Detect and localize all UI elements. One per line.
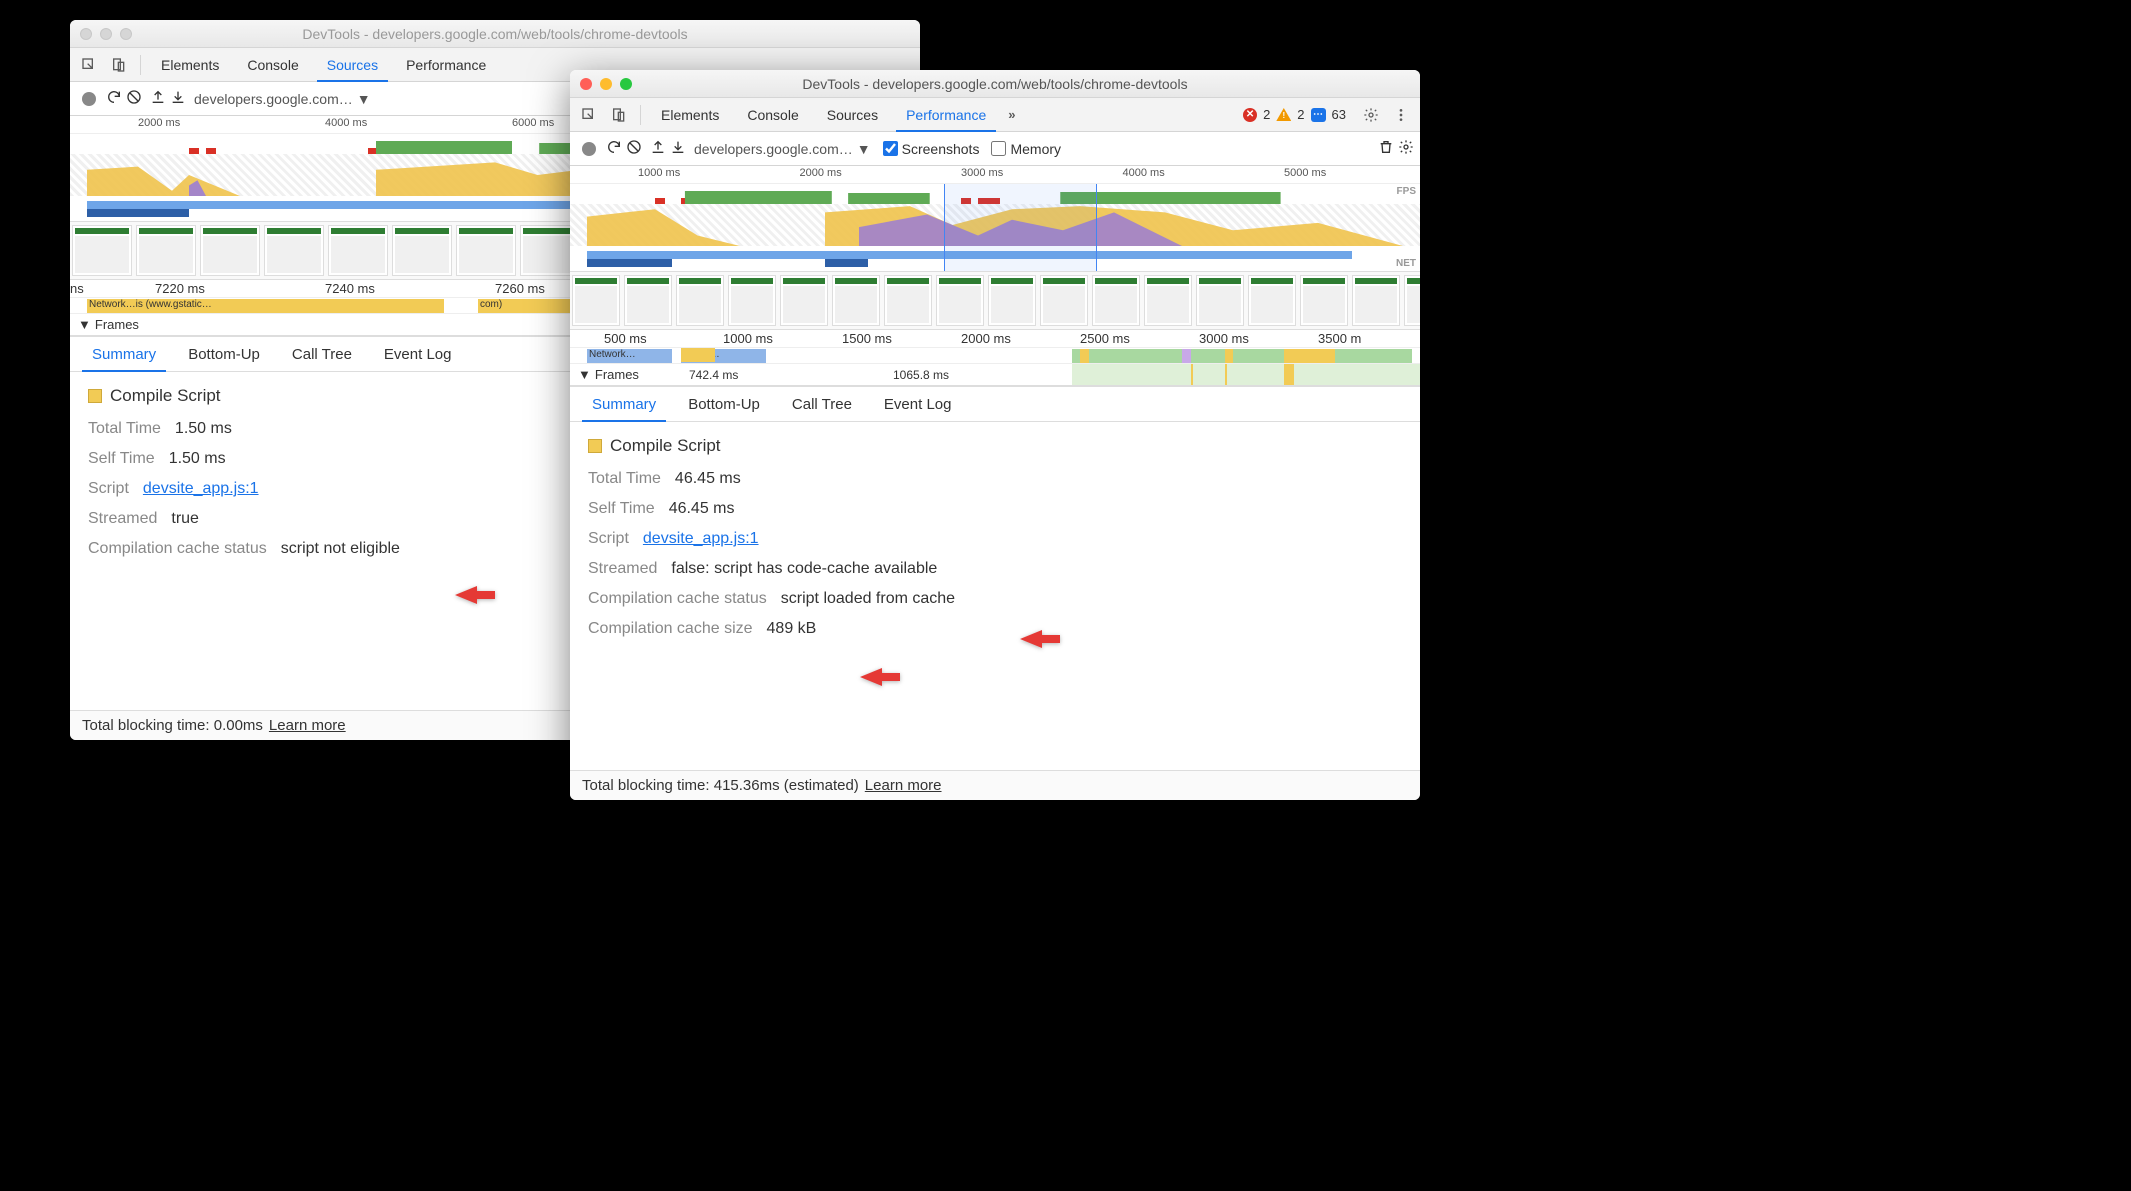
minimize-icon[interactable] [600,78,612,90]
tab-event-log[interactable]: Event Log [370,337,466,371]
console-message-counts[interactable]: ✕2 !2 ⋯63 [1243,107,1346,122]
tab-sources[interactable]: Sources [815,98,890,131]
reload-icon[interactable] [106,89,122,108]
profile-dropdown[interactable]: developers.google.com… ▼ [694,141,871,157]
tab-event-log[interactable]: Event Log [870,387,966,421]
traffic-lights [80,28,132,40]
arrow-annotation-icon [455,584,495,606]
flame-row[interactable]: Network… ListAc… [570,348,1420,364]
download-icon[interactable] [670,139,686,158]
trash-icon[interactable] [1378,139,1394,158]
clear-icon[interactable] [626,139,642,158]
overview-strip[interactable]: FPS CPU NET [570,184,1420,272]
download-icon[interactable] [170,89,186,108]
window-title: DevTools - developers.google.com/web/too… [80,26,910,42]
more-tabs-icon[interactable]: » [1002,107,1021,122]
arrow-annotation-icon [860,666,900,688]
minimize-icon[interactable] [100,28,112,40]
timeline-overview[interactable]: 1000 ms 2000 ms 3000 ms 4000 ms 5000 ms … [570,166,1420,386]
summary-tabs: Summary Bottom-Up Call Tree Event Log [570,386,1420,422]
main-tabbar: Elements Console Sources Performance » ✕… [570,98,1420,132]
summary-title: Compile Script [110,386,221,406]
tab-bottom-up[interactable]: Bottom-Up [674,387,774,421]
memory-checkbox[interactable]: Memory [991,141,1061,157]
window-title: DevTools - developers.google.com/web/too… [580,76,1410,92]
chevron-down-icon: ▼ [357,91,371,107]
error-icon: ✕ [1243,108,1257,122]
record-button[interactable] [582,142,596,156]
tab-performance[interactable]: Performance [394,48,498,81]
profile-dropdown[interactable]: developers.google.com… ▼ [194,91,371,107]
device-toggle-icon[interactable] [606,102,632,128]
script-link[interactable]: devsite_app.js:1 [143,480,259,497]
chevron-down-icon: ▼ [857,141,871,157]
overview-ruler: 1000 ms 2000 ms 3000 ms 4000 ms 5000 ms [570,166,1420,184]
tab-sources[interactable]: Sources [315,48,390,81]
traffic-lights [580,78,632,90]
tab-console[interactable]: Console [735,98,810,131]
detail-ruler: 500 ms 1000 ms 1500 ms 2000 ms 2500 ms 3… [570,330,1420,348]
devtools-window-front: DevTools - developers.google.com/web/too… [570,70,1420,800]
summary-panel: Compile Script Total Time46.45 ms Self T… [570,422,1420,770]
color-swatch [588,439,602,453]
learn-more-link[interactable]: Learn more [269,717,346,734]
reload-icon[interactable] [606,139,622,158]
tab-bottom-up[interactable]: Bottom-Up [174,337,274,371]
color-swatch [88,389,102,403]
tab-console[interactable]: Console [235,48,310,81]
tab-call-tree[interactable]: Call Tree [278,337,366,371]
device-toggle-icon[interactable] [106,52,132,78]
clear-icon[interactable] [126,89,142,108]
inspect-icon[interactable] [76,52,102,78]
kebab-icon[interactable] [1388,102,1414,128]
info-icon: ⋯ [1311,108,1326,122]
record-button[interactable] [82,92,96,106]
screenshots-checkbox[interactable]: Screenshots [883,141,980,157]
perf-toolbar: developers.google.com… ▼ Screenshots Mem… [570,132,1420,166]
close-icon[interactable] [80,28,92,40]
tab-performance[interactable]: Performance [894,98,998,131]
tab-call-tree[interactable]: Call Tree [778,387,866,421]
maximize-icon[interactable] [620,78,632,90]
gear-icon[interactable] [1398,139,1414,158]
tab-elements[interactable]: Elements [649,98,731,131]
time-range-selection[interactable] [944,184,1097,271]
tab-summary[interactable]: Summary [78,337,170,371]
gear-icon[interactable] [1358,102,1384,128]
script-link[interactable]: devsite_app.js:1 [643,530,759,547]
titlebar[interactable]: DevTools - developers.google.com/web/too… [570,70,1420,98]
summary-title: Compile Script [610,436,721,456]
tab-summary[interactable]: Summary [578,387,670,421]
frames-row[interactable]: ▼ Frames 742.4 ms 1065.8 ms [570,364,1420,386]
maximize-icon[interactable] [120,28,132,40]
learn-more-link[interactable]: Learn more [865,777,942,794]
arrow-annotation-icon [1020,628,1060,650]
upload-icon[interactable] [650,139,666,158]
filmstrip[interactable] [570,272,1420,330]
footer-bar: Total blocking time: 415.36ms (estimated… [570,770,1420,800]
warning-icon: ! [1276,108,1291,121]
inspect-icon[interactable] [576,102,602,128]
titlebar[interactable]: DevTools - developers.google.com/web/too… [70,20,920,48]
close-icon[interactable] [580,78,592,90]
upload-icon[interactable] [150,89,166,108]
tab-elements[interactable]: Elements [149,48,231,81]
